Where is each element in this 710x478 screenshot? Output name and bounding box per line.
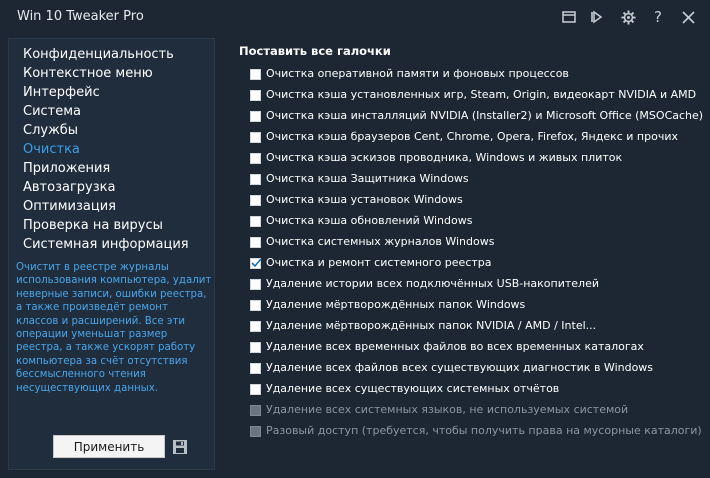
option-label: Разовый доступ (требуется, чтобы получит… (266, 424, 702, 437)
option-label: Удаление всех существующих системных отч… (266, 382, 560, 395)
help-icon[interactable]: ? (647, 6, 669, 28)
sidebar-item-apps[interactable]: Приложения (23, 159, 213, 178)
sidebar-item-system-info[interactable]: Системная информация (23, 235, 213, 254)
option-checkbox[interactable] (250, 174, 261, 185)
close-icon[interactable] (677, 6, 699, 28)
option-label: Удаление всех файлов всех существующих д… (266, 361, 654, 374)
gear-icon[interactable] (617, 6, 639, 28)
option-checkbox[interactable] (250, 69, 261, 80)
option-checkbox[interactable] (250, 216, 261, 227)
option-checkbox[interactable] (250, 342, 261, 353)
sidebar-item-context-menu[interactable]: Контекстное меню (23, 64, 213, 83)
option-checkbox[interactable] (250, 195, 261, 206)
option-description: Очистит в реестре журналы использования … (16, 262, 212, 394)
option-row[interactable]: Очистка кэша установленных игр, Steam, O… (230, 85, 708, 106)
option-row[interactable]: Очистка кэша Защитника Windows (230, 169, 708, 190)
option-label: Очистка кэша установленных игр, Steam, O… (266, 88, 697, 101)
option-label: Очистка кэша инсталляций NVIDIA (Install… (266, 109, 704, 122)
option-row[interactable]: Удаление всех существующих системных отч… (230, 379, 708, 400)
option-checkbox[interactable] (250, 279, 261, 290)
sidebar-item-optimization[interactable]: Оптимизация (23, 197, 213, 216)
option-checkbox[interactable] (250, 153, 261, 164)
option-checkbox[interactable] (250, 132, 261, 143)
option-checkbox[interactable] (250, 321, 261, 332)
apps-icon[interactable] (558, 6, 580, 28)
sidebar-item-privacy[interactable]: Конфиденциальность (23, 45, 213, 64)
option-checkbox-checked[interactable] (250, 258, 262, 269)
option-checkbox-disabled (250, 405, 261, 416)
title-bar: Win 10 Tweaker Pro ? (0, 0, 710, 34)
option-label: Очистка системных журналов Windows (266, 235, 495, 248)
option-checkbox[interactable] (250, 90, 261, 101)
option-label: Очистка кэша установок Windows (266, 193, 463, 206)
option-checkbox[interactable] (250, 363, 261, 374)
option-label: Удаление истории всех подключённых USB-н… (266, 277, 599, 290)
option-row[interactable]: Очистка кэша обновлений Windows (230, 211, 708, 232)
option-row[interactable]: Удаление истории всех подключённых USB-н… (230, 274, 708, 295)
option-label: Очистка кэша эскизов проводника, Windows… (266, 151, 623, 164)
option-checkbox-disabled (250, 426, 261, 437)
sidebar-item-startup[interactable]: Автозагрузка (23, 178, 213, 197)
option-label: Очистка кэша Защитника Windows (266, 172, 469, 185)
sidebar-item-interface[interactable]: Интерфейс (23, 83, 213, 102)
option-row[interactable]: Удаление мёртворождённых папок NVIDIA / … (230, 316, 708, 337)
option-row[interactable]: Удаление всех файлов всех существующих д… (230, 358, 708, 379)
option-row[interactable]: Очистка и ремонт системного реестра (230, 253, 708, 274)
option-row[interactable]: Очистка кэша инсталляций NVIDIA (Install… (230, 106, 708, 127)
option-row-disabled: Удаление всех системных языков, не испол… (230, 400, 708, 421)
option-checkbox[interactable] (250, 384, 261, 395)
sidebar-nav: Конфиденциальность Контекстное меню Инте… (23, 45, 213, 254)
option-checkbox[interactable] (250, 300, 261, 311)
option-label: Очистка кэша обновлений Windows (266, 214, 473, 227)
option-label: Очистка оперативной памяти и фоновых про… (266, 67, 569, 80)
play-icon[interactable] (585, 6, 607, 28)
main-panel: Поставить все галочки Очистка оперативно… (230, 38, 708, 468)
select-all-link[interactable]: Поставить все галочки (239, 44, 391, 58)
option-checkbox[interactable] (250, 237, 261, 248)
option-label: Удаление всех системных языков, не испол… (266, 403, 629, 416)
option-row[interactable]: Очистка кэша браузеров Cent, Chrome, Ope… (230, 127, 708, 148)
option-label: Удаление мёртворождённых папок NVIDIA / … (266, 319, 597, 332)
option-label: Удаление всех временных файлов во всех в… (266, 340, 644, 353)
window-title: Win 10 Tweaker Pro (17, 9, 144, 24)
option-checkbox[interactable] (250, 111, 261, 122)
sidebar-item-virus-scan[interactable]: Проверка на вирусы (23, 216, 213, 235)
option-label: Очистка и ремонт системного реестра (266, 256, 492, 269)
option-row[interactable]: Очистка оперативной памяти и фоновых про… (230, 64, 708, 85)
option-row[interactable]: Очистка системных журналов Windows (230, 232, 708, 253)
option-row[interactable]: Удаление всех временных файлов во всех в… (230, 337, 708, 358)
apply-button[interactable]: Применить (53, 435, 165, 458)
option-row[interactable]: Удаление мёртворождённых папок Windows (230, 295, 708, 316)
option-row[interactable]: Очистка кэша эскизов проводника, Windows… (230, 148, 708, 169)
cleanup-options-list: Очистка оперативной памяти и фоновых про… (230, 64, 708, 442)
option-row[interactable]: Очистка кэша установок Windows (230, 190, 708, 211)
sidebar: Конфиденциальность Контекстное меню Инте… (8, 38, 215, 470)
option-label: Удаление мёртворождённых папок Windows (266, 298, 526, 311)
option-row-disabled: Разовый доступ (требуется, чтобы получит… (230, 421, 708, 442)
sidebar-item-system[interactable]: Система (23, 102, 213, 121)
sidebar-item-services[interactable]: Службы (23, 121, 213, 140)
sidebar-item-cleanup[interactable]: Очистка (23, 140, 213, 159)
option-label: Очистка кэша браузеров Cent, Chrome, Ope… (266, 130, 678, 143)
save-icon[interactable] (173, 439, 187, 454)
